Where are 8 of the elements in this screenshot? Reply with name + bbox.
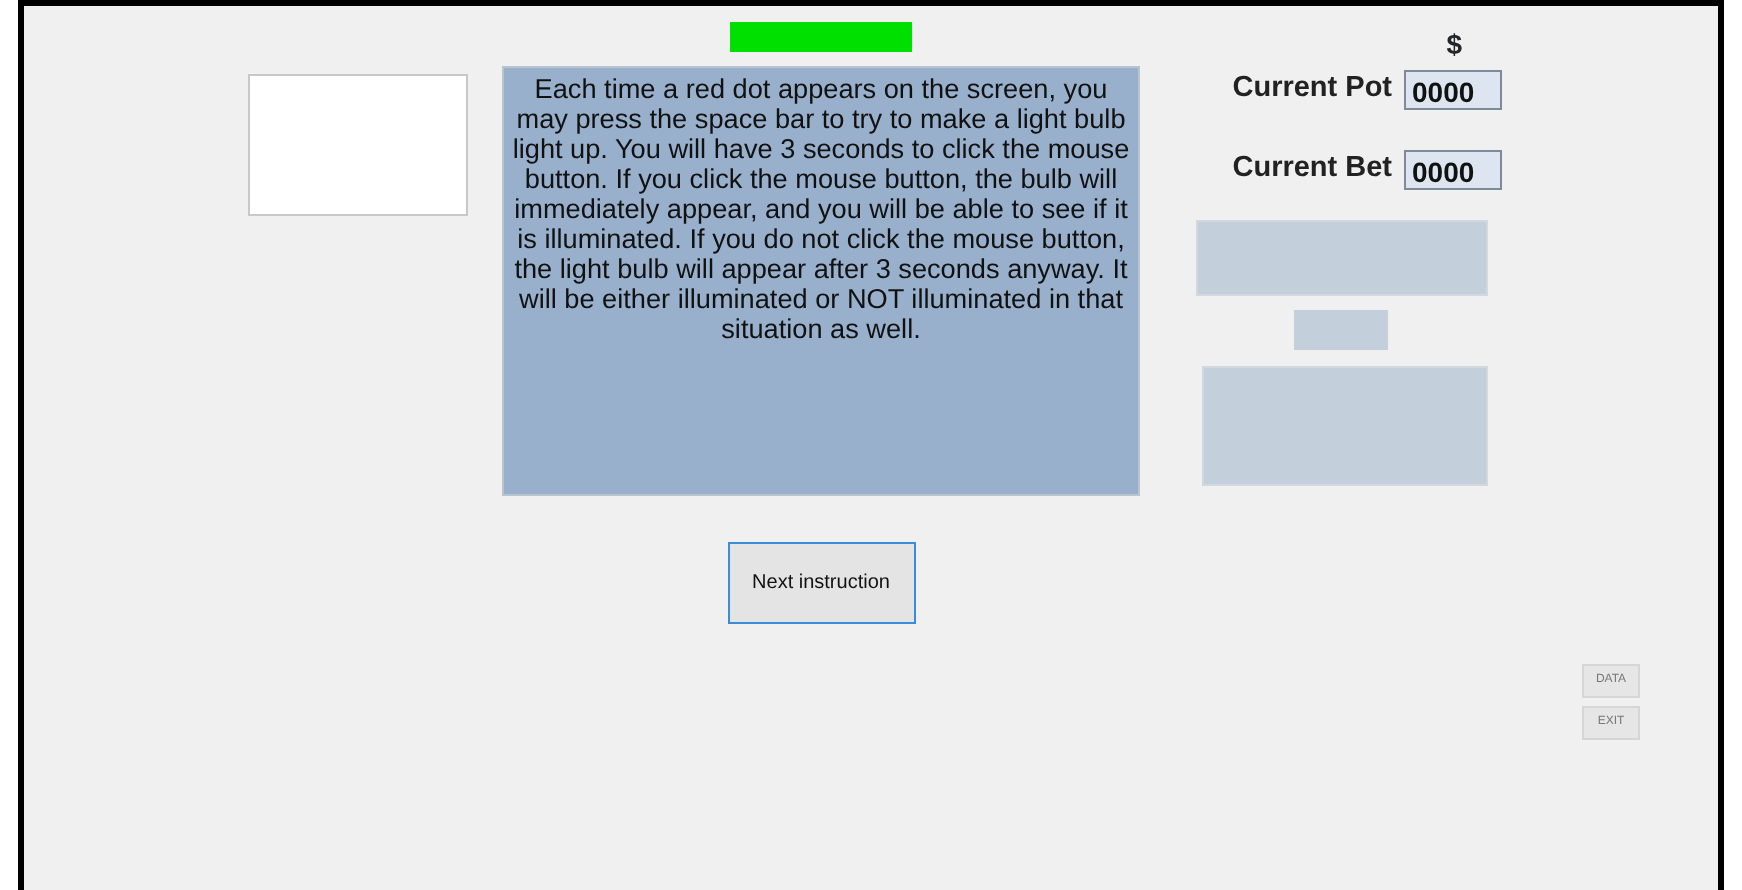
value-field: 0000 <box>1404 69 1502 110</box>
field-label: Current Pot <box>1232 70 1392 108</box>
currency-label: $ <box>1446 28 1462 60</box>
blank-panel <box>1294 309 1388 349</box>
next-instruction-button[interactable]: Next instruction <box>727 542 915 624</box>
instruction-text: Each time a red dot appears on the screen, you may press the space bar to try to make a light bulb light up. You will have 3 seconds to click the mouse button. If you click the mouse button, the bulb will immediately appear, and you will be able to see if it is illuminated. If you do not click the mouse button, the light bulb will appear after 3 seconds anyway. It will be either illuminated or NOT illuminated in that situation as well. <box>502 66 1140 496</box>
value-field: 0000 <box>1404 149 1502 190</box>
field-label: Current Bet <box>1232 149 1392 188</box>
